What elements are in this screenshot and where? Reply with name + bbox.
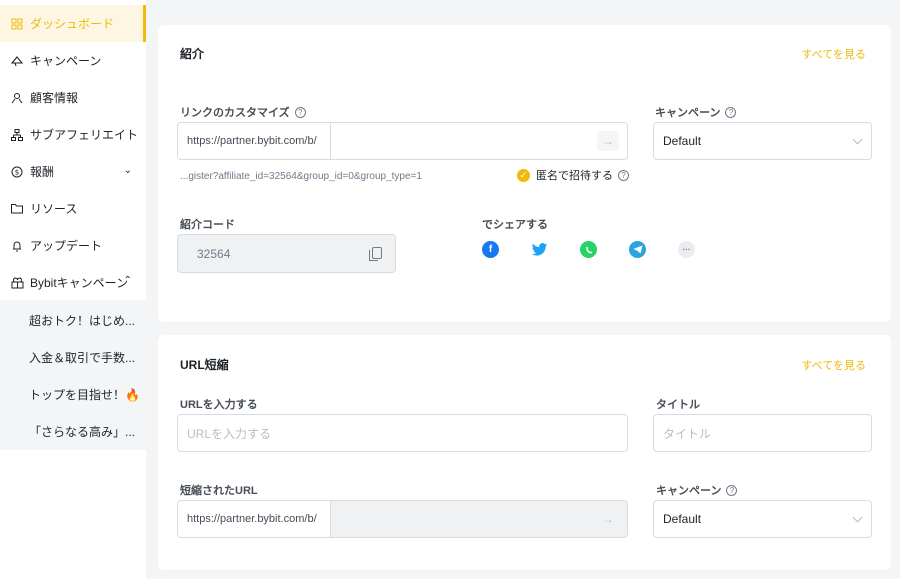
check-icon: ✓ [517,168,530,182]
card-title: 紹介 [180,47,205,61]
label-text: URLを入力する [180,399,258,411]
submenu-item[interactable]: 入金＆取引で手数... [0,339,146,376]
twitter-icon[interactable] [531,241,548,258]
full-referral-url: ...gister?affiliate_id=32564&group_id=0&… [180,171,422,182]
referral-link-field[interactable]: https://partner.bybit.com/b/ → [177,122,628,160]
help-icon[interactable]: ? [725,106,737,118]
share-label: でシェアする [482,216,548,232]
label-text: 短縮されたURL [180,485,258,497]
label-text: でシェアする [482,219,548,231]
shortened-url-output: → [331,501,627,537]
label-text: キャンペーン [656,485,722,497]
campaign-submenu: 超おトク！はじめ... 入金＆取引で手数... トップを目指せ！🔥 「さらなる高… [0,300,146,450]
label-text: タイトル [656,399,700,411]
label-text: キャンペーン [655,107,721,119]
select-value: Default [663,134,702,148]
url-prefix: https://partner.bybit.com/b/ [178,501,331,537]
url-suffix-input[interactable]: → [331,123,627,159]
sidebar-item-label: リソース [30,202,78,216]
campaign-select[interactable]: Default [653,122,872,160]
sidebar-item-label: サブアフェリエイト [30,128,139,142]
title-input-label: タイトル [656,396,700,412]
sidebar-item-rewards[interactable]: $ 報酬 ⌄ [0,153,146,190]
svg-text:$: $ [15,168,19,176]
title-input[interactable]: タイトル [653,414,872,452]
sidebar-item-dashboard[interactable]: ダッシュボード [0,5,146,42]
submenu-item[interactable]: トップを目指せ！🔥 [0,376,146,413]
sidebar-item-label: 報酬 [30,165,55,179]
gift-icon [10,276,24,290]
label-text: 紹介コード [180,219,235,231]
sidebar-item-label: アップデート [30,239,103,253]
label-text: リンクのカスタマイズ [180,107,290,119]
more-share-icon[interactable]: ··· [678,241,695,258]
sidebar-item-updates[interactable]: アップデート [0,227,146,264]
referral-code-value: 32564 [197,246,231,261]
campaign-label: キャンペーン ? [655,104,737,120]
url-input[interactable]: URLを入力する [177,414,628,452]
sidebar-item-label: ダッシュボード [30,17,115,31]
sidebar: ダッシュボード キャンペーン 顧客情報 サブアフェリエイト $ 報酬 ⌄ リソー… [0,0,146,579]
bell-icon [10,239,24,253]
sidebar-item-label: 顧客情報 [30,91,79,105]
megaphone-icon [10,54,24,68]
folder-icon [10,202,24,216]
sidebar-item-bybit-campaign[interactable]: Bybitキャンペーン ⌃ [0,264,146,301]
see-all-link[interactable]: すべてを見る [801,357,866,373]
sidebar-item-label: Bybitキャンペーン [30,276,129,290]
sidebar-item-campaign[interactable]: キャンペーン [0,42,146,79]
sidebar-item-label: キャンペーン [30,54,102,68]
shortened-url-label: 短縮されたURL [180,482,258,498]
card-title: URL短縮 [180,358,229,372]
arrow-right-icon[interactable]: → [597,509,619,529]
help-icon[interactable]: ? [726,484,738,496]
sidebar-item-resources[interactable]: リソース [0,190,146,227]
whatsapp-icon[interactable] [580,241,597,258]
url-input-label: URLを入力する [180,396,258,412]
anonymous-invite-checkbox[interactable]: ✓ 匿名で招待する ? [517,167,629,183]
url-prefix: https://partner.bybit.com/b/ [178,123,331,159]
sidebar-item-customers[interactable]: 顧客情報 [0,79,146,116]
referral-code-label: 紹介コード [180,216,235,232]
arrow-right-icon[interactable]: → [597,131,619,151]
telegram-icon[interactable] [629,241,646,258]
campaign-label: キャンペーン ? [656,482,738,498]
dollar-icon: $ [10,165,24,179]
checkbox-label: 匿名で招待する [536,170,613,182]
chevron-down-icon [852,512,863,523]
copy-icon[interactable] [369,247,382,261]
chevron-down-icon [852,134,863,145]
hierarchy-icon [10,128,24,142]
sidebar-item-sub-affiliate[interactable]: サブアフェリエイト [0,116,146,153]
grid-icon [10,17,24,31]
campaign-select[interactable]: Default [653,500,872,538]
users-icon [10,91,24,105]
shortened-url-field: https://partner.bybit.com/b/ → [177,500,628,538]
link-customize-label: リンクのカスタマイズ ? [180,104,306,120]
help-icon[interactable]: ? [618,169,629,181]
help-icon[interactable]: ? [294,106,306,118]
chevron-up-icon: ⌃ [123,275,132,286]
referral-code-field: 32564 [177,234,396,273]
submenu-item[interactable]: 超おトク！はじめ... [0,302,146,339]
submenu-item[interactable]: 「さらなる高み」... [0,413,146,450]
see-all-link[interactable]: すべてを見る [801,46,866,62]
select-value: Default [663,512,702,526]
facebook-icon[interactable]: f [482,241,499,258]
chevron-down-icon: ⌄ [123,165,132,176]
